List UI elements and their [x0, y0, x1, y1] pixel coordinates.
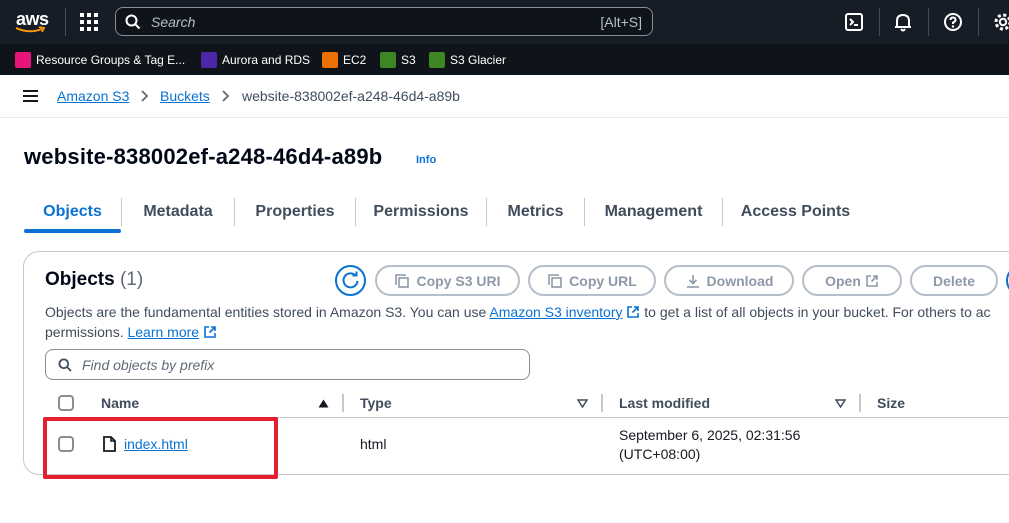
objects-description: Objects are the fundamental entities sto… — [45, 302, 1009, 342]
find-objects-input[interactable]: Find objects by prefix — [45, 349, 530, 380]
search-icon — [125, 14, 141, 30]
nav-divider — [928, 8, 929, 36]
bell-icon[interactable] — [892, 11, 914, 33]
tab-access-points[interactable]: Access Points — [723, 192, 868, 232]
copy-s3-uri-button[interactable]: Copy S3 URI — [375, 265, 520, 296]
info-link[interactable]: Info — [416, 154, 436, 166]
search-icon — [58, 358, 72, 372]
chevron-right-icon — [141, 90, 149, 102]
tab-properties[interactable]: Properties — [235, 192, 355, 232]
sort-ascending-icon[interactable] — [318, 399, 329, 408]
object-type: html — [360, 436, 387, 452]
delete-button[interactable]: Delete — [910, 265, 998, 296]
download-button[interactable]: Download — [664, 265, 794, 296]
objects-count: (1) — [119, 269, 144, 290]
cloudshell-icon[interactable] — [843, 11, 865, 33]
favorite-label: Aurora and RDS — [222, 53, 311, 67]
description-text: to get a list of all objects in your buc… — [644, 304, 991, 320]
tab-objects[interactable]: Objects — [24, 192, 121, 232]
breadcrumb-bar: Amazon S3 Buckets website-838002ef-a248-… — [0, 75, 1009, 118]
grid-icon[interactable] — [80, 13, 98, 31]
description-text: permissions. — [45, 324, 124, 340]
favorite-s3[interactable]: S3 — [380, 52, 416, 68]
nav-divider — [65, 8, 66, 36]
aws-logo[interactable]: aws — [14, 7, 50, 37]
favorite-label: S3 — [401, 53, 416, 67]
tab-bar: Objects Metadata Properties Permissions … — [24, 192, 1009, 234]
aws-smile-icon — [15, 26, 46, 33]
open-button[interactable]: Open — [802, 265, 902, 296]
column-divider — [859, 394, 861, 412]
sort-icon[interactable] — [577, 399, 588, 408]
active-tab-indicator — [24, 229, 121, 233]
chevron-right-icon — [222, 90, 230, 102]
breadcrumb-amazon-s3[interactable]: Amazon S3 — [57, 88, 129, 104]
find-objects-placeholder: Find objects by prefix — [82, 357, 215, 373]
description-text: Objects are the fundamental entities sto… — [45, 304, 487, 320]
refresh-icon — [342, 271, 359, 289]
help-icon[interactable] — [942, 11, 964, 33]
favorite-label: EC2 — [343, 53, 367, 67]
refresh-button[interactable] — [335, 265, 366, 296]
gear-icon[interactable] — [992, 11, 1009, 33]
select-all-checkbox[interactable] — [58, 395, 74, 411]
table-header: Name Type Last modified Size — [45, 390, 1009, 418]
page-title: website-838002ef-a248-46d4-a89b — [24, 144, 383, 169]
search-shortcut: [Alt+S] — [600, 14, 642, 30]
tab-management[interactable]: Management — [585, 192, 722, 232]
download-icon — [686, 274, 699, 288]
copy-url-button[interactable]: Copy URL — [528, 265, 656, 296]
favorite-label: S3 Glacier — [450, 53, 507, 67]
sort-icon[interactable] — [835, 399, 846, 408]
object-last-modified: September 6, 2025, 02:31:56 — [619, 427, 801, 443]
column-size[interactable]: Size — [877, 395, 905, 411]
highlight-box — [43, 417, 278, 479]
download-label: Download — [706, 272, 774, 289]
learn-more-link[interactable]: Learn more — [127, 324, 199, 340]
menu-icon[interactable] — [23, 90, 38, 102]
resource-groups-icon — [15, 52, 31, 68]
column-type[interactable]: Type — [360, 395, 392, 411]
object-last-modified-tz: (UTC+08:00) — [619, 446, 701, 462]
delete-label: Delete — [932, 272, 976, 289]
favorite-aurora-rds[interactable]: Aurora and RDS — [201, 52, 310, 68]
copy-icon — [548, 273, 562, 288]
nav-divider — [978, 8, 979, 36]
column-divider — [601, 394, 603, 412]
search-input[interactable]: Search [Alt+S] — [115, 7, 653, 36]
column-last-modified[interactable]: Last modified — [619, 395, 710, 411]
search-placeholder: Search — [151, 14, 196, 30]
external-link-icon — [204, 326, 216, 338]
ec2-icon — [322, 52, 338, 68]
copy-icon — [395, 273, 410, 288]
s3-icon — [380, 52, 396, 68]
breadcrumb-current: website-838002ef-a248-46d4-a89b — [242, 88, 460, 104]
favorite-ec2[interactable]: EC2 — [322, 52, 366, 68]
s3-glacier-icon — [429, 52, 445, 68]
copy-url-label: Copy URL — [569, 272, 637, 289]
favorite-label: Resource Groups & Tag E... — [36, 53, 186, 67]
objects-title: Objects — [45, 269, 115, 290]
breadcrumb-buckets[interactable]: Buckets — [160, 88, 210, 104]
nav-divider — [879, 8, 880, 36]
tab-metrics[interactable]: Metrics — [487, 192, 584, 232]
tab-permissions[interactable]: Permissions — [356, 192, 486, 232]
top-navigation: aws Search [Alt+S] — [0, 0, 1009, 44]
open-label: Open — [825, 272, 861, 289]
favorite-resource-groups[interactable]: Resource Groups & Tag E... — [15, 52, 185, 68]
favorites-bar: Resource Groups & Tag E... Aurora and RD… — [0, 44, 1009, 75]
objects-heading: Objects (1) — [45, 269, 143, 291]
column-name[interactable]: Name — [101, 395, 139, 411]
favorite-s3-glacier[interactable]: S3 Glacier — [429, 52, 506, 68]
s3-inventory-link[interactable]: Amazon S3 inventory — [489, 304, 622, 320]
rds-icon — [201, 52, 217, 68]
external-link-icon — [627, 306, 640, 318]
external-link-icon — [866, 274, 878, 287]
column-divider — [342, 394, 344, 412]
tab-metadata[interactable]: Metadata — [122, 192, 234, 232]
copy-s3-uri-label: Copy S3 URI — [416, 272, 501, 289]
